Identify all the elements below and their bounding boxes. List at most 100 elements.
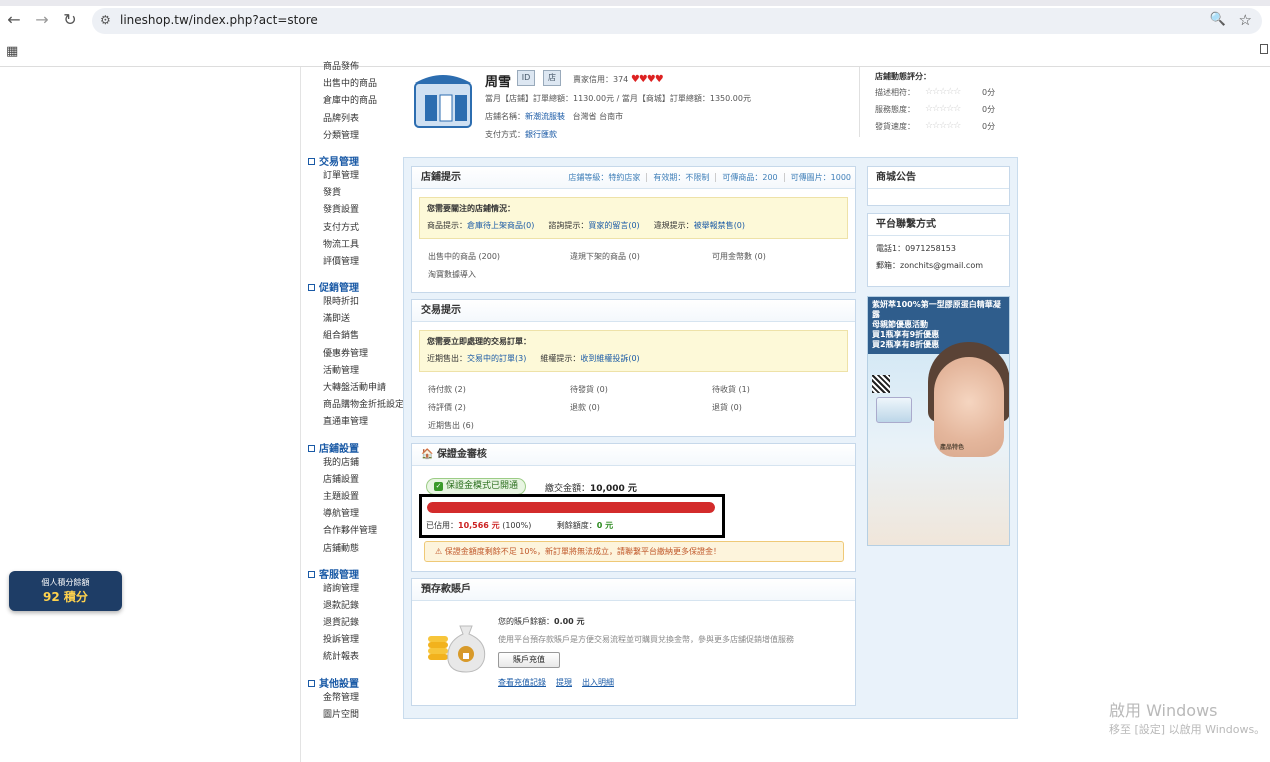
notice-link[interactable]: 倉庫待上架商品 (467, 221, 523, 230)
qr-code-icon (872, 375, 890, 393)
promo-line1: 紫妍萃100%第一型膠原蛋白精華凝露 (872, 300, 1001, 319)
stat-link[interactable]: 近期售出 (6) (428, 420, 474, 431)
rating-label: 服務態度： (875, 105, 915, 114)
prepaid-link[interactable]: 出入明細 (582, 678, 614, 687)
contact-phone: 電話1：0971258153 (876, 244, 956, 253)
sidebar-item[interactable]: 支付方式 (308, 220, 402, 237)
sidebar-item[interactable]: 導航管理 (308, 506, 402, 523)
sidebar-item[interactable]: 主題設置 (308, 489, 402, 506)
notice-count: (0) (628, 221, 640, 230)
sidebar-item[interactable]: 商品購物金折抵設定 (308, 397, 404, 414)
sidebar-item[interactable]: 店鋪設置 (308, 472, 402, 489)
sidebar-group-title[interactable]: 交易管理 (308, 153, 402, 168)
sidebar-item[interactable]: 大轉盤活動申請 (308, 380, 402, 397)
collapse-icon[interactable] (308, 679, 315, 687)
verified-shop-icon: 店 (543, 70, 561, 86)
prepaid-link[interactable]: 提現 (556, 678, 572, 687)
sidebar-item[interactable]: 訂單管理 (308, 168, 402, 185)
stat-link[interactable]: 退貨 (0) (712, 402, 742, 413)
stat-link[interactable]: 違規下架的商品 (0) (570, 251, 640, 262)
topup-button[interactable]: 賬戶充值 (498, 652, 560, 668)
store-logo-icon (413, 69, 475, 131)
store-stat: 可傳商品：200 (715, 173, 778, 182)
sidebar-item[interactable]: 合作夥伴管理 (308, 523, 402, 540)
sidebar-group-title[interactable]: 促銷管理 (308, 279, 402, 294)
stat-link[interactable]: 可用金幣數 (0) (712, 251, 766, 262)
notice-prefix: 商品提示： (427, 221, 467, 230)
sidebar-item[interactable]: 圖片空間 (308, 707, 402, 724)
sidebar-item[interactable]: 評價管理 (308, 254, 402, 271)
payment-method-link[interactable]: 銀行匯款 (525, 130, 557, 139)
stat-link[interactable]: 待付款 (2) (428, 384, 466, 395)
sidebar-item[interactable]: 退貨記錄 (308, 615, 402, 632)
trade-tips-title: 交易提示 (412, 300, 855, 322)
collapse-icon[interactable] (308, 157, 315, 165)
deposit-warning: ⚠ 保證金額度剩餘不足 10%，新訂單將無法成立，請聯繫平台繳納更多保證金！ (424, 541, 844, 562)
reload-icon[interactable]: ↻ (60, 10, 80, 30)
sidebar-group-title[interactable]: 客服管理 (308, 566, 402, 581)
points-value: 92 積分 (43, 590, 88, 604)
stat-link[interactable]: 待評價 (2) (428, 402, 466, 413)
sidebar-item[interactable]: 統計報表 (308, 649, 402, 666)
shop-name-link[interactable]: 新潮流服裝 (525, 112, 565, 121)
sidebar-item[interactable]: 物流工具 (308, 237, 402, 254)
collapse-icon[interactable] (308, 444, 315, 452)
sidebar-group-title[interactable]: 其他設置 (308, 675, 402, 690)
address-bar[interactable]: ⚙ lineshop.tw/index.php?act=store 🔍 ☆ (92, 8, 1262, 34)
sidebar-item[interactable]: 品牌列表 (308, 111, 402, 128)
sidebar-item[interactable]: 店鋪動態 (308, 541, 402, 558)
announcement-box: 商城公告 (867, 166, 1010, 206)
seller-sidebar: 商品發佈 出售中的商品 倉庫中的商品 品牌列表 分類管理 交易管理 訂單管理 發貨 發貨設置支… (308, 62, 404, 724)
notice-link[interactable]: 買家的留言 (588, 221, 628, 230)
deposit-status-badge: ✓ 保證金模式已開通 (426, 478, 527, 495)
contact-email: 郵箱：zonchits@gmail.com (876, 261, 984, 270)
stat-link[interactable]: 待收貨 (1) (712, 384, 750, 395)
sidebar-group-title[interactable]: 店鋪設置 (308, 440, 402, 455)
sidebar-item[interactable]: 倉庫中的商品 (308, 93, 402, 110)
money-bag-icon (426, 614, 492, 674)
sidebar-item[interactable]: 金幣管理 (308, 690, 402, 707)
notice-link[interactable]: 收到維權投訴 (580, 354, 628, 363)
forward-icon[interactable]: → (32, 10, 52, 30)
back-icon[interactable]: ← (4, 10, 24, 30)
prepaid-link[interactable]: 查看充值記錄 (498, 678, 546, 687)
sidebar-item[interactable]: 投訴管理 (308, 632, 402, 649)
apps-grid-icon[interactable]: ▦ (6, 44, 18, 59)
sidebar-item[interactable]: 發貨設置 (308, 202, 402, 219)
sidebar-item[interactable]: 直通車管理 (308, 414, 402, 431)
sidebar-item[interactable]: 我的店鋪 (308, 455, 402, 472)
browser-toolbar: ← → ↻ ⚙ lineshop.tw/index.php?act=store … (0, 0, 1270, 67)
deposit-paid: 繳交金額：10,000 元 (545, 481, 637, 494)
notice-link[interactable]: 被舉報禁售 (694, 221, 734, 230)
sidebar-item[interactable]: 組合銷售 (308, 328, 402, 345)
store-header: 周雪 ID 店 賣家信用：374 ♥♥♥♥ 當月【店鋪】訂單總額：1130.00… (403, 67, 1018, 155)
url-text[interactable]: lineshop.tw/index.php?act=store (120, 13, 318, 27)
sidebar-item[interactable]: 出售中的商品 (308, 76, 402, 93)
stat-link[interactable]: 淘寶數據導入 (428, 269, 476, 280)
sidebar-item[interactable]: 活動管理 (308, 363, 402, 380)
sidebar-item[interactable]: 退款記錄 (308, 598, 402, 615)
promo-banner[interactable]: 紫妍萃100%第一型膠原蛋白精華凝露 母親節優惠活動 買1瓶享有9折優惠 買2瓶… (867, 296, 1010, 546)
check-icon: ✓ (434, 482, 443, 491)
stat-link[interactable]: 退款 (0) (570, 402, 600, 413)
sidebar-group-label: 其他設置 (319, 678, 359, 690)
stat-link[interactable]: 待發貨 (0) (570, 384, 608, 395)
deposit-usage-bar (427, 502, 715, 513)
sidebar-item[interactable]: 諮詢管理 (308, 581, 402, 598)
sidebar-item[interactable]: 商品發佈 (308, 59, 402, 76)
points-widget[interactable]: 個人積分餘額 92 積分 (9, 571, 122, 611)
sidebar-item[interactable]: 滿即送 (308, 311, 402, 328)
notice-link[interactable]: 交易中的訂單 (467, 354, 515, 363)
sidebar-item[interactable]: 分類管理 (308, 128, 402, 145)
sidebar-item[interactable]: 限時折扣 (308, 294, 402, 311)
collapse-icon[interactable] (308, 570, 315, 578)
reading-list-icon[interactable] (1260, 44, 1268, 54)
zoom-icon[interactable]: 🔍 (1210, 12, 1226, 27)
sidebar-item[interactable]: 優惠券管理 (308, 346, 402, 363)
seller-rating-label: 賣家信用：374 (573, 75, 629, 84)
collapse-icon[interactable] (308, 284, 315, 292)
stat-link[interactable]: 出售中的商品 (200) (428, 251, 500, 262)
sidebar-item[interactable]: 發貨 (308, 185, 402, 202)
bookmark-star-icon[interactable]: ☆ (1239, 11, 1252, 29)
site-info-icon[interactable]: ⚙ (100, 13, 111, 27)
